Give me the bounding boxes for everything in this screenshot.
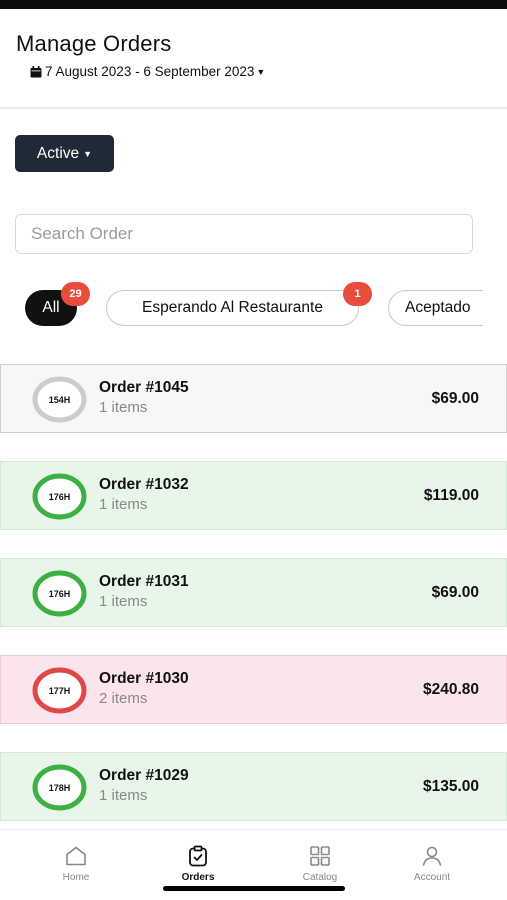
order-card[interactable]: 177H Order #1030 2 items $240.80 <box>0 655 507 724</box>
order-card[interactable]: 176H Order #1032 1 items $119.00 <box>0 461 507 530</box>
nav-label: Catalog <box>302 872 338 883</box>
order-price: $240.80 <box>422 681 479 698</box>
filter-chips: All 29 Esperando Al Restaurante 1 Acepta… <box>0 282 483 342</box>
timer-hours: 177H <box>48 685 71 696</box>
nav-label: Home <box>62 872 90 883</box>
clipboard-check-icon <box>189 845 207 867</box>
status-bar <box>0 0 507 9</box>
order-title: Order #1032 <box>99 476 189 493</box>
order-title: Order #1045 <box>99 379 189 396</box>
grid-icon <box>310 846 330 866</box>
chip-label: Aceptado <box>405 299 471 316</box>
order-card[interactable]: 178H Order #1029 1 items $135.00 <box>0 752 507 821</box>
order-title: Order #1031 <box>99 573 189 590</box>
user-icon <box>422 846 442 866</box>
order-item-count: 1 items <box>99 787 148 804</box>
home-icon <box>66 846 86 866</box>
timer-ring: 176H <box>32 473 87 520</box>
calendar-icon <box>30 65 42 77</box>
timer-ring: 154H <box>32 376 87 423</box>
page-title: Manage Orders <box>16 31 172 56</box>
chip-label: Esperando Al Restaurante <box>142 299 323 316</box>
count-badge: 29 <box>61 282 90 306</box>
order-item-count: 1 items <box>99 399 148 416</box>
nav-label: Orders <box>181 872 215 883</box>
order-title: Order #1030 <box>99 670 189 687</box>
order-price: $69.00 <box>431 390 479 407</box>
timer-ring: 178H <box>32 764 87 811</box>
order-card[interactable]: 154H Order #1045 1 items $69.00 <box>0 364 507 433</box>
nav-orders[interactable]: Orders <box>158 844 238 883</box>
search-box[interactable] <box>15 214 473 254</box>
order-title: Order #1029 <box>99 767 189 784</box>
nav-label: Account <box>413 872 451 883</box>
nav-catalog[interactable]: Catalog <box>280 844 360 883</box>
order-item-count: 2 items <box>99 690 148 707</box>
search-input[interactable] <box>31 224 472 244</box>
date-range-picker[interactable]: 7 August 2023 - 6 September 2023 ▼ <box>30 64 265 79</box>
order-card[interactable]: 176H Order #1031 1 items $69.00 <box>0 558 507 627</box>
chip-esperando-al-restaurante[interactable]: Esperando Al Restaurante <box>106 290 359 326</box>
timer-hours: 154H <box>48 394 71 405</box>
timer-ring: 177H <box>32 667 87 714</box>
count-badge: 1 <box>343 282 372 306</box>
date-range-label: 7 August 2023 - 6 September 2023 <box>45 64 255 79</box>
timer-ring: 176H <box>32 570 87 617</box>
status-filter-dropdown[interactable]: Active ▼ <box>15 135 114 172</box>
timer-hours: 176H <box>48 588 71 599</box>
home-indicator <box>163 886 345 891</box>
order-item-count: 1 items <box>99 593 148 610</box>
header: Manage Orders 7 August 2023 - 6 Septembe… <box>0 9 507 109</box>
order-price: $119.00 <box>423 487 479 504</box>
order-price: $135.00 <box>422 778 479 795</box>
caret-down-icon: ▼ <box>83 149 93 159</box>
timer-hours: 176H <box>48 491 71 502</box>
order-item-count: 1 items <box>99 496 148 513</box>
nav-account[interactable]: Account <box>392 844 472 883</box>
nav-home[interactable]: Home <box>36 844 116 883</box>
timer-hours: 178H <box>48 782 71 793</box>
order-price: $69.00 <box>431 584 479 601</box>
chip-aceptado[interactable]: Aceptado <box>388 290 483 326</box>
chip-label: All <box>42 299 60 316</box>
status-filter-label: Active <box>36 144 80 162</box>
caret-down-icon: ▼ <box>256 66 266 77</box>
